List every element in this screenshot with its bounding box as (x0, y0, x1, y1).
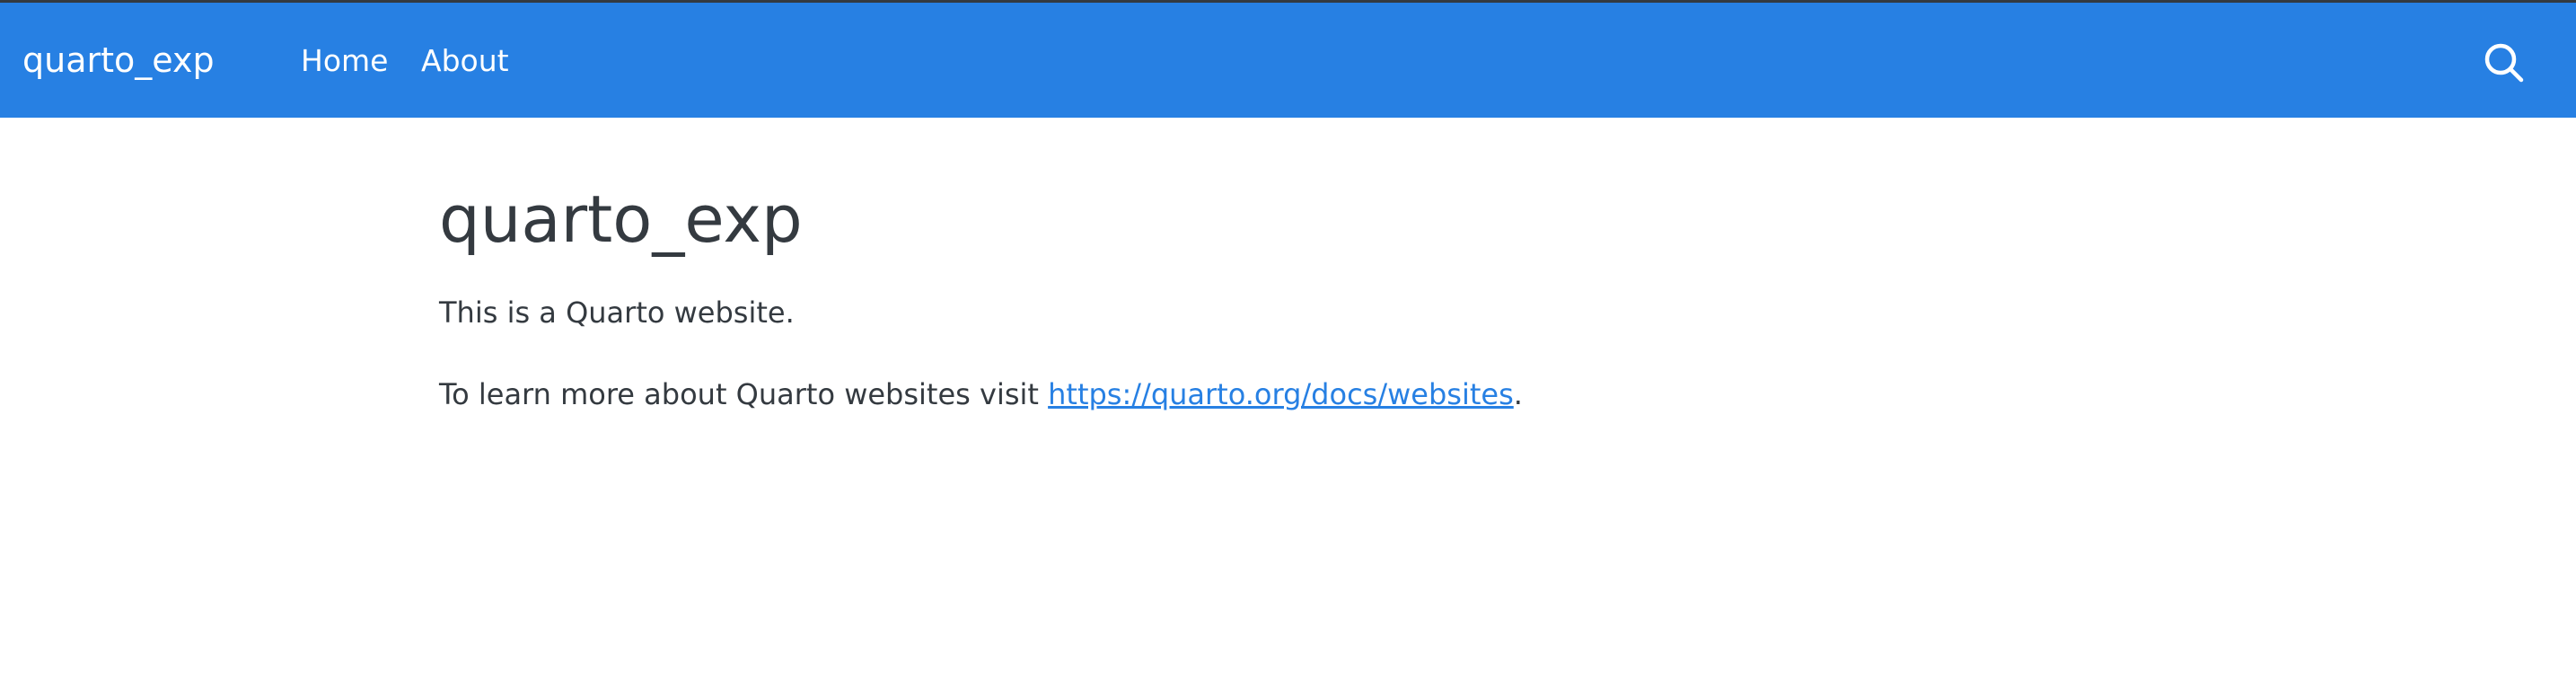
site-brand-link[interactable]: quarto_exp (22, 37, 215, 84)
nav-link-about[interactable]: About (421, 41, 509, 81)
page-title: quarto_exp (439, 181, 803, 257)
search-icon (2484, 43, 2524, 83)
nav-link-home[interactable]: Home (301, 41, 388, 81)
quarto-docs-link[interactable]: https://quarto.org/docs/websites (1048, 377, 1514, 411)
navbar: quarto_exp Home About (0, 3, 2576, 118)
learn-more-text: To learn more about Quarto websites visi… (439, 377, 1049, 411)
learn-more-period: . (1513, 377, 1523, 411)
learn-more-paragraph: To learn more about Quarto websites visi… (439, 375, 1523, 414)
search-button[interactable] (2482, 40, 2527, 85)
intro-paragraph: This is a Quarto website. (439, 295, 795, 330)
